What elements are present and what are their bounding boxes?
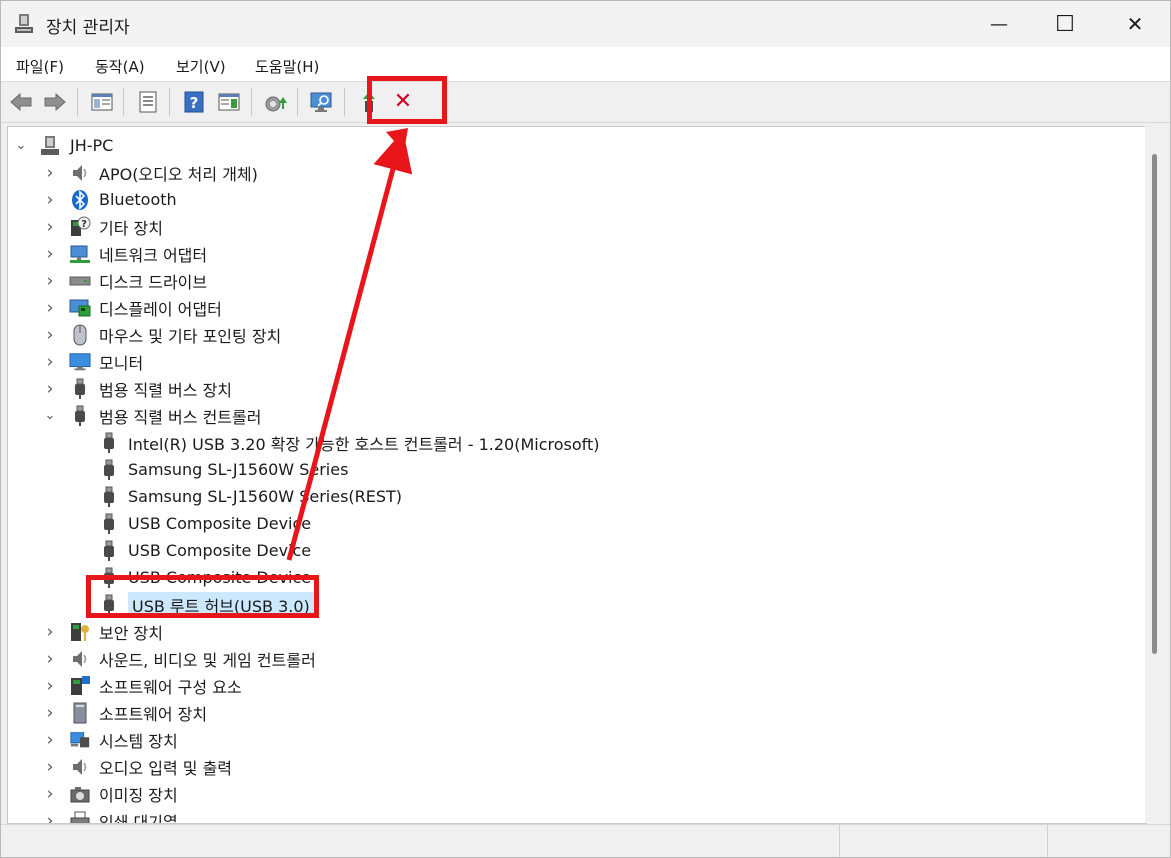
annotation-arrow-head: [386, 128, 408, 152]
annotation-arrow-line: [286, 130, 413, 561]
annotation-arrow: [286, 128, 413, 561]
